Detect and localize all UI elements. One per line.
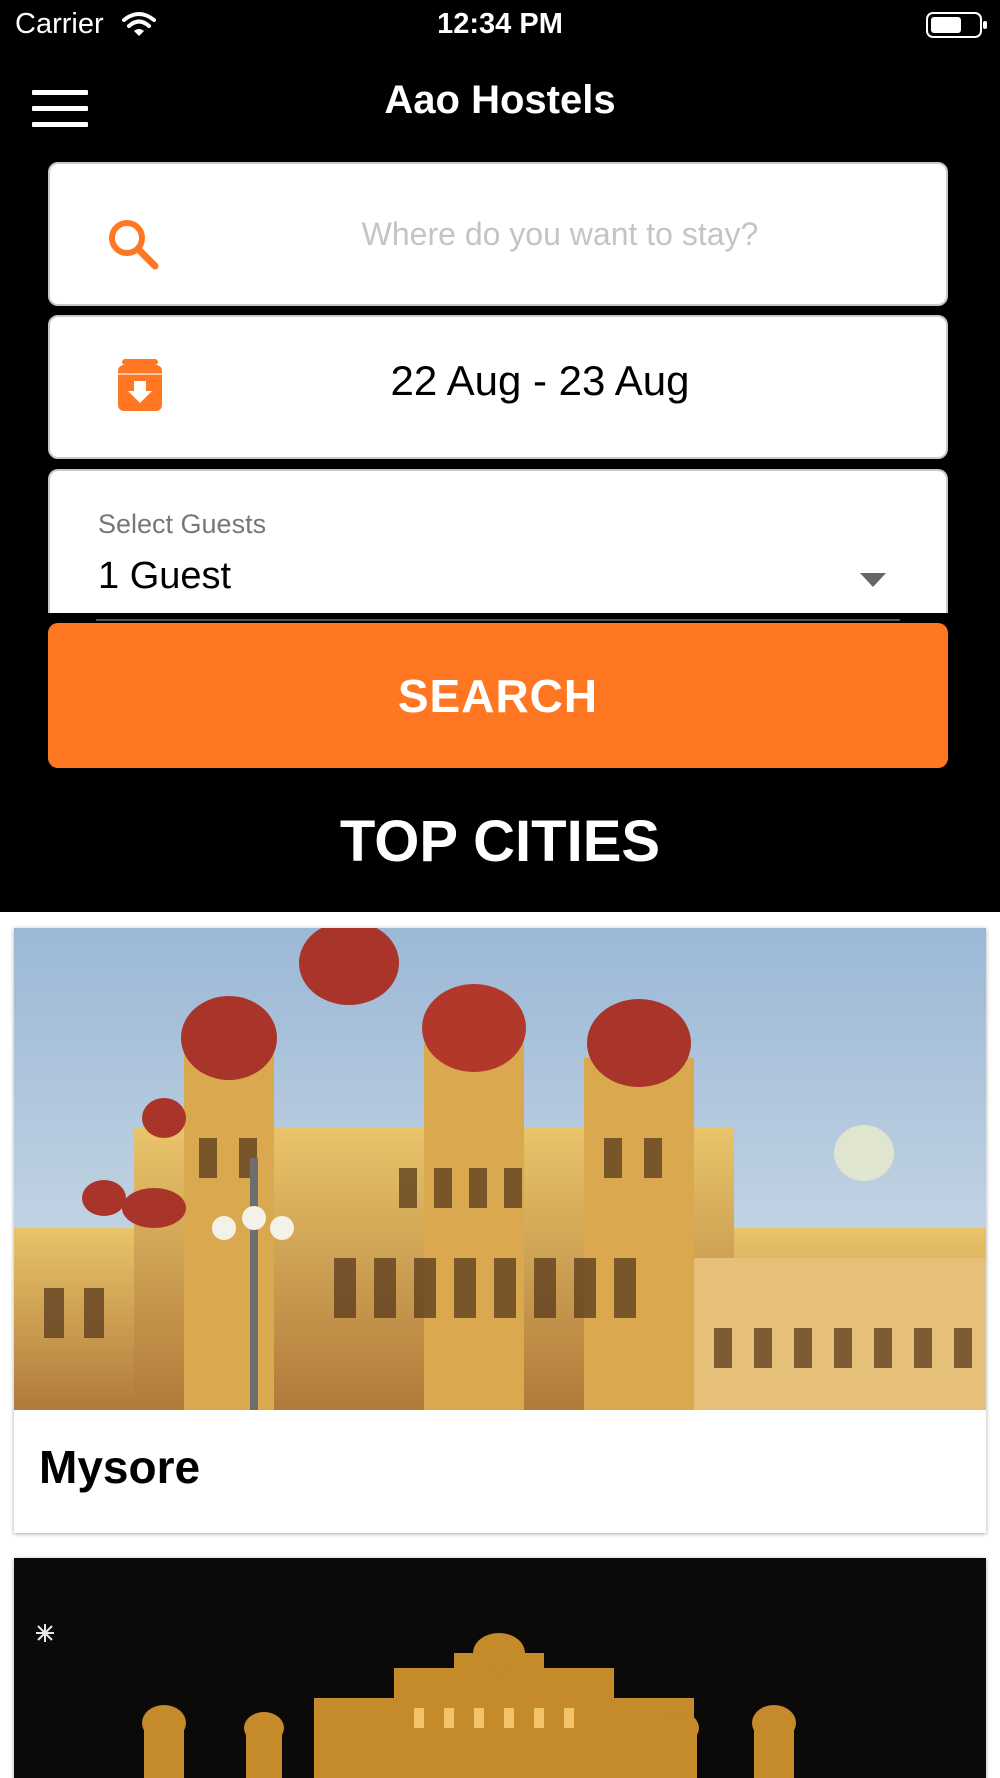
calendar-icon xyxy=(118,359,162,411)
app-title: Aao Hostels xyxy=(384,78,616,122)
status-time: 12:34 PM xyxy=(437,8,563,40)
battery-icon xyxy=(926,12,987,38)
search-button[interactable]: SEARCH xyxy=(48,623,948,768)
search-input[interactable] xyxy=(200,164,920,304)
guests-value: 1 Guest xyxy=(98,555,232,597)
date-field[interactable]: 22 Aug - 23 Aug xyxy=(48,315,948,459)
guest-select[interactable]: Select Guests 1 Guest xyxy=(48,469,948,613)
top-cities-title: TOP CITIES xyxy=(339,809,661,874)
search-icon xyxy=(109,220,159,270)
guests-label: Select Guests xyxy=(98,509,267,539)
city-card-mysore[interactable]: Mysore xyxy=(14,928,986,1533)
city-image-palace-night[interactable] xyxy=(14,1558,986,1778)
header-area: Carrier 12:34 PM Aao Hostels Where do yo… xyxy=(0,0,1000,912)
city-card[interactable] xyxy=(14,1558,986,1778)
guest-select-underline xyxy=(96,619,900,621)
city-image-mysore-palace[interactable] xyxy=(14,928,986,1410)
chevron-down-icon[interactable] xyxy=(858,571,888,589)
status-bar: Carrier 12:34 PM xyxy=(0,0,1000,50)
city-name: Mysore xyxy=(39,1441,201,1493)
date-range-value: 22 Aug - 23 Aug xyxy=(390,357,690,404)
search-field[interactable] xyxy=(48,162,948,306)
